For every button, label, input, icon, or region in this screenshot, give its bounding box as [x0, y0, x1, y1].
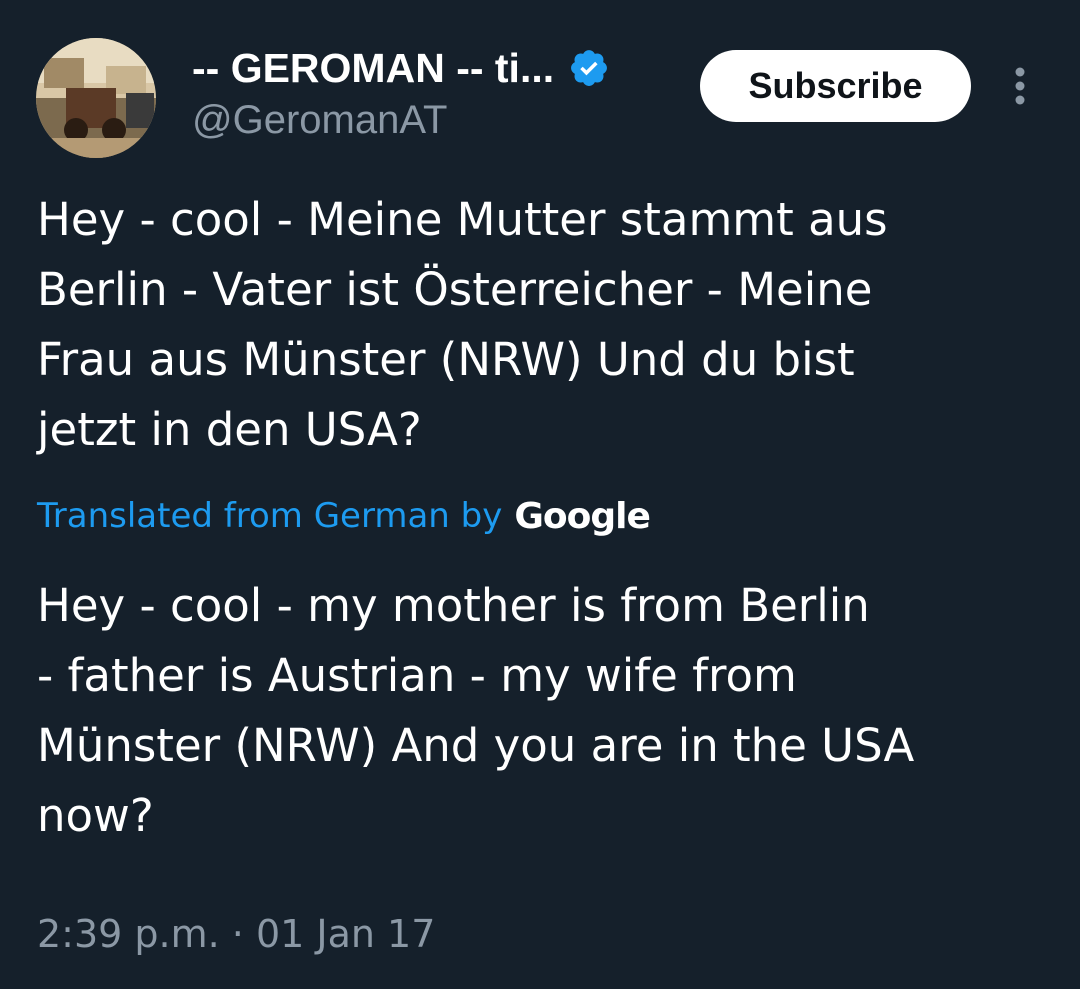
tweet-original-line: jetzt in den USA?	[37, 403, 422, 456]
tweet-original-line: Hey - cool - Meine Mutter stammt aus	[37, 193, 888, 246]
tweet-translated-text: Hey - cool - my mother is from Berlin - …	[37, 571, 1047, 851]
tweet-translated-line: - father is Austrian - my wife from	[37, 649, 797, 702]
subscribe-button[interactable]: Subscribe	[700, 50, 971, 122]
more-vertical-icon[interactable]	[1005, 62, 1035, 112]
author-handle[interactable]: @GeromanAT	[192, 98, 448, 143]
avatar[interactable]	[36, 38, 156, 158]
tweet-timestamp[interactable]: 2:39 p.m. · 01 Jan 17	[37, 912, 435, 956]
tweet-translated-line: Münster (NRW) And you are in the USA	[37, 719, 915, 772]
tweet-original-line: Berlin - Vater ist Österreicher - Meine	[37, 263, 873, 316]
tweet-original-text: Hey - cool - Meine Mutter stammt aus Ber…	[37, 185, 1047, 465]
google-logo: Google	[514, 495, 651, 537]
author-name-row[interactable]: -- GEROMAN -- ti...	[192, 42, 610, 94]
tweet-translated-line: now?	[37, 789, 154, 842]
tweet-original-line: Frau aus Münster (NRW) Und du bist	[37, 333, 855, 386]
translation-attribution: Translated from German by Google	[37, 492, 651, 540]
translation-link[interactable]: Translated from German by	[37, 496, 502, 536]
verified-badge-icon[interactable]	[568, 47, 610, 89]
author-display-name[interactable]: -- GEROMAN -- ti...	[192, 45, 554, 92]
tweet-translated-line: Hey - cool - my mother is from Berlin	[37, 579, 870, 632]
avatar-photo	[36, 38, 156, 158]
